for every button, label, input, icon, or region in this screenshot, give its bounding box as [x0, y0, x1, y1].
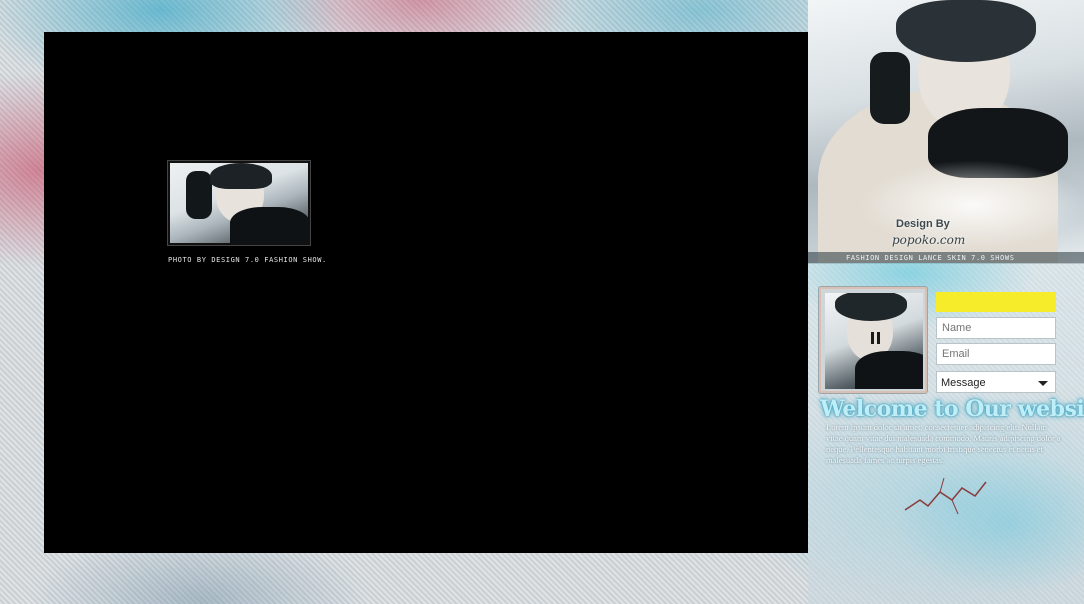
message-select-value: Message: [941, 377, 986, 389]
thumbnail-scarf: [230, 207, 308, 243]
welcome-title: Welcome to Our website: [820, 396, 1084, 422]
welcome-body: Lorem ipsum dolor sit amet, consectetuer…: [826, 422, 1061, 465]
brand-logo-text: popoko.com: [892, 233, 966, 247]
pause-icon[interactable]: [866, 328, 886, 348]
message-select[interactable]: Message: [936, 371, 1056, 393]
hero-banner: Design By popoko.com: [808, 0, 1084, 263]
avatar-hair: [835, 293, 907, 321]
photo-thumbnail[interactable]: [167, 160, 311, 246]
avatar-scarf: [855, 351, 923, 389]
thumbnail-image: [170, 163, 308, 243]
thumbnail-hand: [186, 171, 212, 219]
design-by-label: Design By: [896, 218, 950, 230]
chevron-down-icon: [1038, 381, 1048, 386]
main-stage: PHOTO BY DESIGN 7.0 FASHION SHOW.: [44, 32, 808, 553]
hero-strip-text: FASHION DESIGN LANCE SKIN 7.0 SHOWS: [846, 254, 1015, 262]
thumbnail-hair: [210, 163, 272, 189]
name-field[interactable]: [936, 317, 1056, 339]
crack-decoration: [904, 477, 987, 515]
email-field[interactable]: [936, 343, 1056, 365]
hero-hand: [870, 52, 910, 124]
form-header-bar: [936, 292, 1056, 312]
thumbnail-caption: PHOTO BY DESIGN 7.0 FASHION SHOW.: [168, 256, 327, 264]
hero-hair: [896, 0, 1036, 62]
